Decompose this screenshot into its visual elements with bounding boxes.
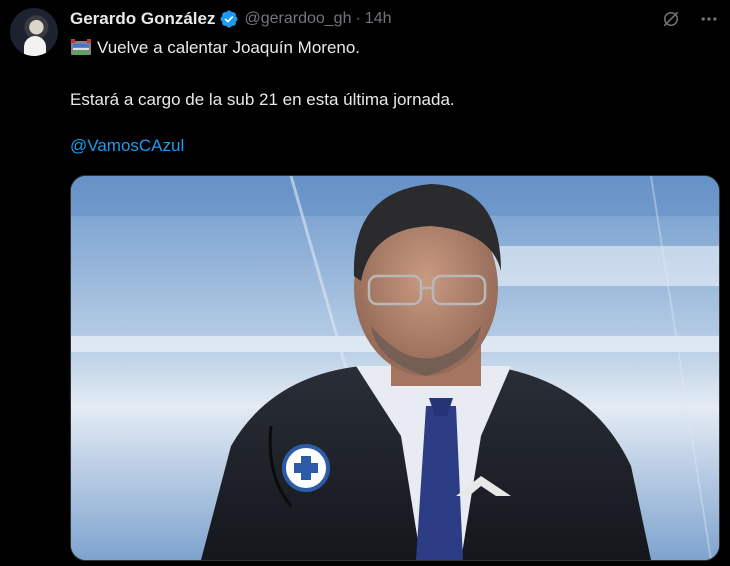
avatar[interactable]: [10, 8, 58, 56]
mention-link[interactable]: @VamosCAzul: [70, 135, 184, 157]
stadium-emoji-icon: [70, 38, 92, 56]
more-options-icon[interactable]: [698, 8, 720, 30]
verified-badge-icon: [219, 9, 239, 29]
tweet-text-1: Vuelve a calentar Joaquín Moreno.: [97, 38, 361, 57]
tweet-card[interactable]: Gerardo González @gerardoo_gh · 14h Vuel…: [0, 0, 730, 566]
author-handle[interactable]: @gerardoo_gh: [244, 10, 351, 28]
tweet-text-line-1: Vuelve a calentar Joaquín Moreno.: [70, 37, 360, 59]
timestamp[interactable]: 14h: [365, 10, 392, 28]
author-name[interactable]: Gerardo González: [70, 9, 215, 29]
coach-photo-image: [71, 176, 719, 560]
tweet-photo[interactable]: [70, 175, 720, 561]
separator-dot: ·: [355, 10, 361, 27]
tweet-header: Gerardo González @gerardoo_gh · 14h: [70, 8, 720, 30]
tweet-text-2: Estará a cargo de la sub 21 en esta últi…: [70, 90, 455, 109]
header-actions: [660, 8, 720, 30]
grok-icon[interactable]: [660, 8, 682, 30]
